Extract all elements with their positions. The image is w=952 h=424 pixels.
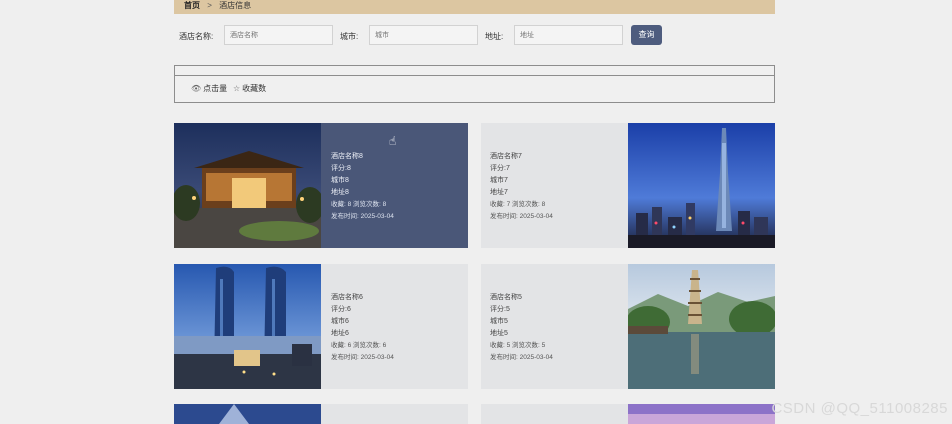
sort-bar: 👁 点击量 ☆ 收藏数 xyxy=(174,65,775,103)
hotel-stats: 收藏: 5 浏览次数: 5 xyxy=(490,342,546,349)
hotel-published: 发布时间: 2025-03-04 xyxy=(490,354,553,361)
hotel-name: 酒店名称5 xyxy=(490,294,522,301)
hotel-address: 地址7 xyxy=(490,189,508,196)
hotel-score: 评分:6 xyxy=(331,306,351,313)
sort-favorites-label: 收藏数 xyxy=(242,84,267,93)
hotel-address: 地址6 xyxy=(331,330,349,337)
hotel-card[interactable] xyxy=(481,404,775,424)
hotel-card[interactable]: 酒店名称8 评分:8 城市8 地址8 收藏: 8 浏览次数: 8 发布时间: 2… xyxy=(174,123,468,248)
hotel-score: 评分:7 xyxy=(490,165,510,172)
hotel-city: 城市5 xyxy=(490,318,508,325)
hotel-score: 评分:8 xyxy=(331,165,351,172)
page-container: 首页 > 酒店信息 酒店名称: 城市: 地址: 查询 👁 点击量 ☆ 收藏数 xyxy=(174,0,775,424)
hotel-info: 酒店名称7 评分:7 城市7 地址7 收藏: 7 浏览次数: 8 发布时间: 2… xyxy=(490,151,553,223)
hotel-card[interactable]: 酒店名称5 评分:5 城市5 地址5 收藏: 5 浏览次数: 5 发布时间: 2… xyxy=(481,264,775,389)
address-label: 地址: xyxy=(485,32,504,41)
hotel-card[interactable]: 酒店名称7 评分:7 城市7 地址7 收藏: 7 浏览次数: 8 发布时间: 2… xyxy=(481,123,775,248)
hotel-name: 酒店名称6 xyxy=(331,294,363,301)
star-icon: ☆ xyxy=(233,84,241,93)
hotel-address: 地址5 xyxy=(490,330,508,337)
hotel-info: 酒店名称5 评分:5 城市5 地址5 收藏: 5 浏览次数: 5 发布时间: 2… xyxy=(490,292,553,364)
hotel-image[interactable] xyxy=(628,123,775,248)
hotel-info: 酒店名称6 评分:6 城市6 地址6 收藏: 6 浏览次数: 6 发布时间: 2… xyxy=(331,292,394,364)
hotel-city: 城市6 xyxy=(331,318,349,325)
hotel-card[interactable]: 酒店名称6 评分:6 城市6 地址6 收藏: 6 浏览次数: 6 发布时间: 2… xyxy=(174,264,468,389)
city-input[interactable] xyxy=(369,25,478,45)
hotel-published: 发布时间: 2025-03-04 xyxy=(331,213,394,220)
search-bar: 酒店名称: 城市: 地址: 查询 xyxy=(174,25,775,45)
hotel-name: 酒店名称7 xyxy=(490,153,522,160)
hotel-city: 城市8 xyxy=(331,177,349,184)
sort-bar-divider xyxy=(175,75,774,76)
hotel-info: 酒店名称8 评分:8 城市8 地址8 收藏: 8 浏览次数: 8 发布时间: 2… xyxy=(331,151,394,223)
sort-clicks-label: 点击量 xyxy=(203,84,228,93)
mouse-cursor-icon: ☝ xyxy=(389,134,397,148)
hotel-name-label: 酒店名称: xyxy=(179,32,214,41)
breadcrumb-home[interactable]: 首页 xyxy=(184,1,200,10)
hotel-image[interactable] xyxy=(628,404,775,424)
search-button[interactable]: 查询 xyxy=(631,25,662,45)
hotel-image[interactable] xyxy=(174,404,321,424)
breadcrumb-current: 酒店信息 xyxy=(219,1,252,10)
hotel-address: 地址8 xyxy=(331,189,349,196)
hotel-name-input[interactable] xyxy=(224,25,333,45)
sort-by-favorites[interactable]: ☆ 收藏数 xyxy=(233,83,266,94)
hotel-city: 城市7 xyxy=(490,177,508,184)
breadcrumb: 首页 > 酒店信息 xyxy=(174,0,775,14)
hotel-image[interactable] xyxy=(174,264,321,389)
hotel-image[interactable] xyxy=(628,264,775,389)
watermark: CSDN @QQ_511008285 xyxy=(771,400,948,417)
hotel-stats: 收藏: 7 浏览次数: 8 xyxy=(490,201,546,208)
hotel-score: 评分:5 xyxy=(490,306,510,313)
hotel-name: 酒店名称8 xyxy=(331,153,363,160)
hotel-published: 发布时间: 2025-03-04 xyxy=(490,213,553,220)
hotel-image[interactable] xyxy=(174,123,321,248)
hotel-stats: 收藏: 8 浏览次数: 8 xyxy=(331,201,387,208)
hotel-card[interactable] xyxy=(174,404,468,424)
address-input[interactable] xyxy=(514,25,623,45)
breadcrumb-separator: > xyxy=(207,1,212,10)
sort-by-clicks[interactable]: 👁 点击量 xyxy=(191,83,227,94)
hotel-stats: 收藏: 6 浏览次数: 6 xyxy=(331,342,387,349)
city-label: 城市: xyxy=(340,32,359,41)
eye-icon: 👁 xyxy=(191,84,202,93)
hotel-published: 发布时间: 2025-03-04 xyxy=(331,354,394,361)
